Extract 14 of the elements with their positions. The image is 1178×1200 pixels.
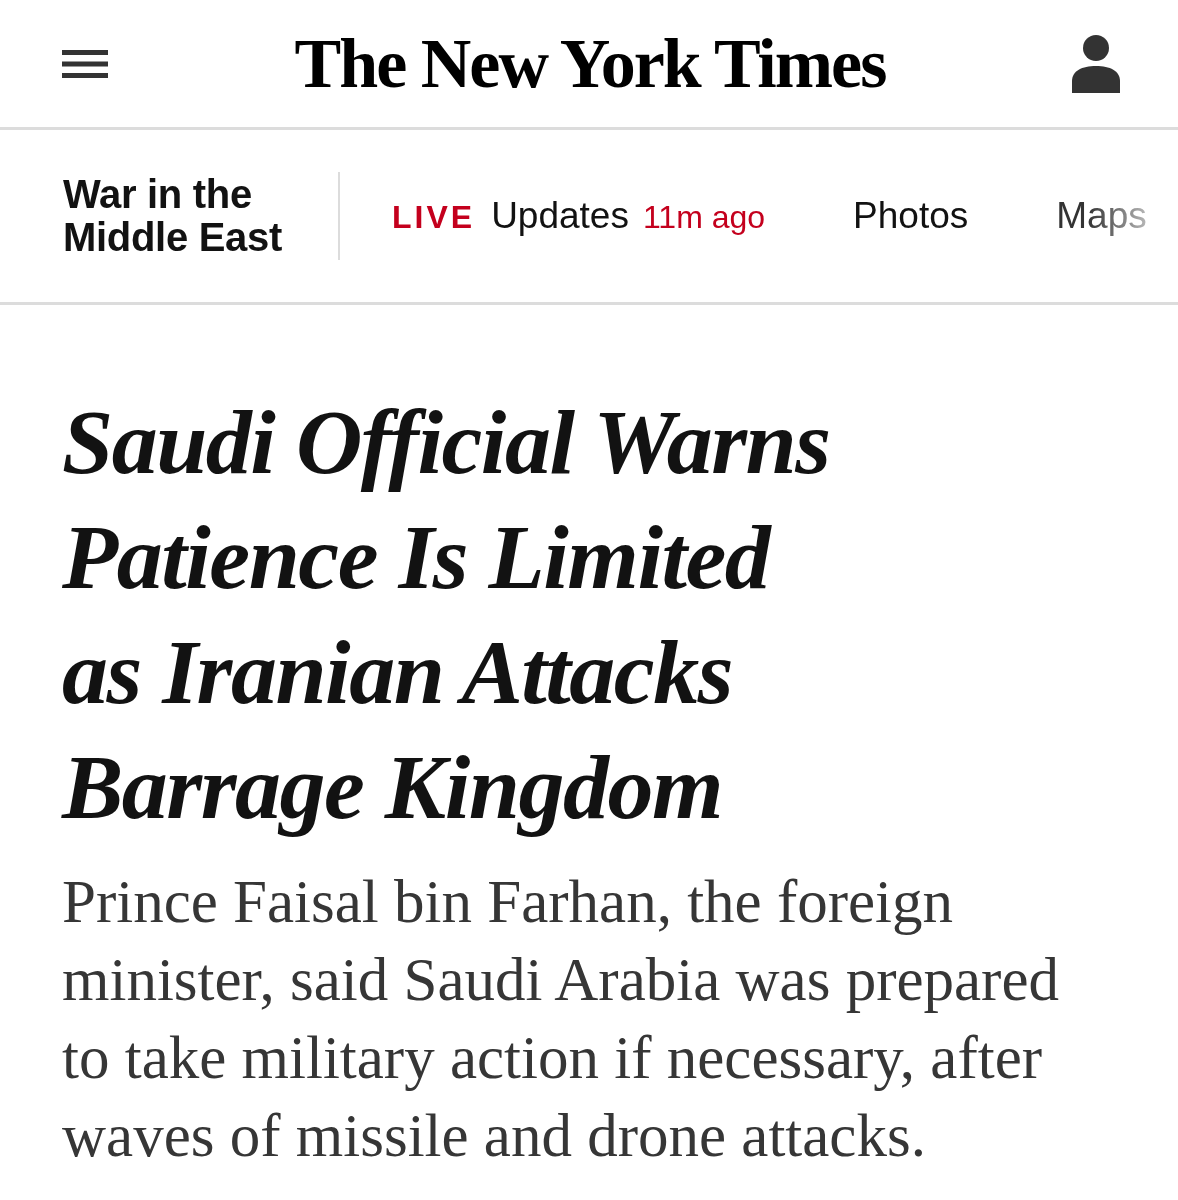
section-link[interactable]: Photos	[853, 188, 969, 244]
headline: Saudi Official Warns Patience Is Limited as Iranian Attacks Barrage Kingdom	[62, 390, 831, 840]
updates-label: Updates	[491, 194, 629, 239]
account-button[interactable]	[1072, 34, 1120, 93]
section-title-link[interactable]: War in the Middle East	[63, 173, 323, 259]
menu-button[interactable]	[62, 49, 108, 78]
section-link[interactable]: Maps	[1056, 188, 1147, 244]
live-label: LIVE	[392, 198, 476, 238]
live-updates-link[interactable]: LIVE Updates 11m ago	[392, 188, 766, 244]
menu-icon	[62, 49, 108, 78]
person-icon	[1072, 34, 1120, 93]
site-logo[interactable]: The New York Times	[294, 28, 886, 99]
summary-text: Prince Faisal bin Farhan, the foreign minister, said Saudi Arabia was prepared to take military action if necessary, after waves of missile and drone attacks.	[62, 867, 1060, 1171]
timestamp: 11m ago	[642, 198, 766, 238]
